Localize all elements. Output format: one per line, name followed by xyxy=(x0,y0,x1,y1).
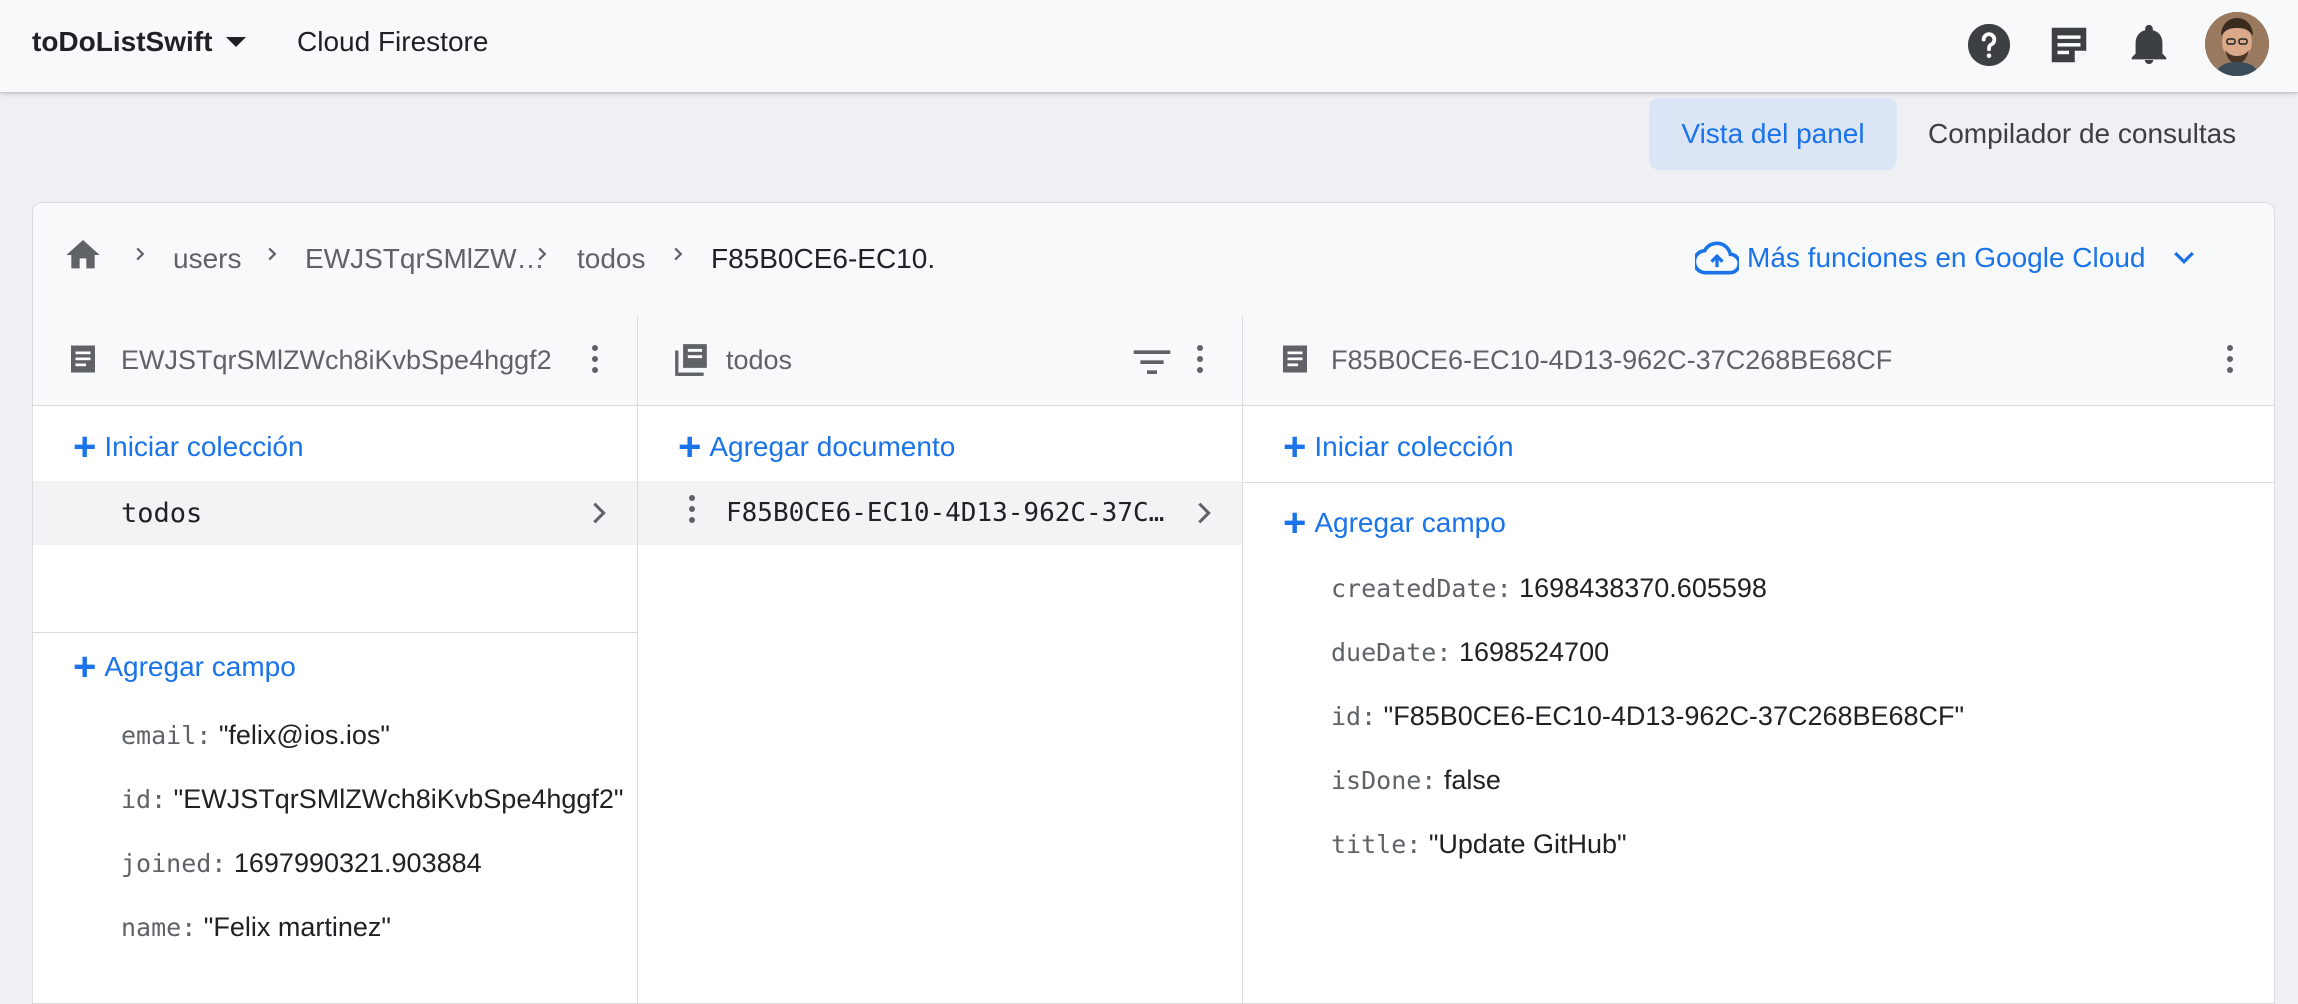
top-bar: toDoListSwift Cloud Firestore xyxy=(0,0,2298,93)
field-value: "Update GitHub" xyxy=(1428,829,1627,859)
add-document-label: Agregar documento xyxy=(709,431,956,462)
field-row[interactable]: id: "EWJSTqrSMlZWch8iKvbSpe4hggf2" xyxy=(121,784,624,815)
chevron-right-icon xyxy=(268,247,277,261)
field-value: "EWJSTqrSMlZWch8iKvbSpe4hggf2" xyxy=(173,784,624,814)
start-collection-label: Iniciar colección xyxy=(1314,431,1514,462)
more-options-icon[interactable] xyxy=(1196,345,1204,379)
breadcrumb-item-user-doc[interactable]: EWJSTqrSMlZW… xyxy=(305,243,545,275)
tab-query-builder[interactable]: Compilador de consultas xyxy=(1928,98,2236,170)
list-item-document[interactable]: F85B0CE6-EC10-4D13-962C-37C… xyxy=(638,481,1242,545)
more-in-google-cloud-button[interactable]: Más funciones en Google Cloud xyxy=(1695,233,2199,283)
panel-title: todos xyxy=(726,345,793,375)
start-collection-button[interactable]: + Iniciar colección xyxy=(1283,425,1514,469)
document-icon xyxy=(71,345,95,373)
field-row[interactable]: isDone: false xyxy=(1331,765,1501,796)
chevron-right-icon xyxy=(538,247,547,261)
field-row[interactable]: dueDate: 1698524700 xyxy=(1331,637,1609,668)
dropdown-caret-icon xyxy=(226,37,247,47)
chevron-right-icon xyxy=(674,247,683,261)
field-row[interactable]: createdDate: 1698438370.605598 xyxy=(1331,573,1767,604)
product-title: Cloud Firestore xyxy=(297,26,489,57)
cloud-icon xyxy=(1695,241,1739,275)
plus-icon: + xyxy=(1283,425,1307,469)
start-collection-label: Iniciar colección xyxy=(104,431,304,462)
add-field-button[interactable]: + Agregar campo xyxy=(1283,501,1506,545)
tab-panel-view[interactable]: Vista del panel xyxy=(1649,98,1897,170)
more-in-google-cloud-label: Más funciones en Google Cloud xyxy=(1747,242,2146,273)
plus-icon: + xyxy=(73,645,97,689)
start-collection-button[interactable]: + Iniciar colección xyxy=(73,425,304,469)
panel-header: F85B0CE6-EC10-4D13-962C-37C268BE68CF xyxy=(1243,315,2274,406)
field-key: id: xyxy=(121,785,167,814)
collection-name: todos xyxy=(121,498,203,529)
add-document-button[interactable]: + Agregar documento xyxy=(678,425,956,469)
field-key: joined: xyxy=(121,849,227,878)
breadcrumb: users EWJSTqrSMlZW… todos F85B0CE6-EC10.… xyxy=(33,203,2274,316)
field-value: 1697990321.903884 xyxy=(233,848,482,878)
notifications-bell-icon[interactable] xyxy=(2126,22,2172,68)
plus-icon: + xyxy=(1283,501,1307,545)
field-key: title: xyxy=(1331,830,1422,859)
user-document-panel: EWJSTqrSMlZWch8iKvbSpe4hggf2 + Iniciar c… xyxy=(33,315,638,1003)
more-options-icon[interactable] xyxy=(2226,345,2234,379)
panel-header: todos xyxy=(638,315,1242,406)
field-row[interactable]: joined: 1697990321.903884 xyxy=(121,848,482,879)
release-notes-icon[interactable] xyxy=(2046,22,2092,68)
field-row[interactable]: email: "felix@ios.ios" xyxy=(121,720,390,751)
field-value: 1698438370.605598 xyxy=(1519,573,1767,603)
field-key: dueDate: xyxy=(1331,638,1452,667)
home-icon[interactable] xyxy=(63,235,103,275)
field-value: "Felix martinez" xyxy=(203,912,391,942)
todo-document-panel: F85B0CE6-EC10-4D13-962C-37C268BE68CF + I… xyxy=(1243,315,2274,1003)
drag-handle-icon[interactable] xyxy=(688,495,696,529)
chevron-right-icon xyxy=(136,247,145,261)
panel-title: EWJSTqrSMlZWch8iKvbSpe4hggf2 xyxy=(121,345,552,375)
field-row[interactable]: title: "Update GitHub" xyxy=(1331,829,1627,860)
field-key: createdDate: xyxy=(1331,574,1512,603)
help-icon[interactable] xyxy=(1966,22,2012,68)
field-value: "felix@ios.ios" xyxy=(218,720,390,750)
todos-collection-panel: todos + Agregar documento F85B0CE6-EC10-… xyxy=(638,315,1243,1003)
plus-icon: + xyxy=(678,425,702,469)
document-icon xyxy=(1283,345,1307,373)
project-name: toDoListSwift xyxy=(32,26,213,57)
panel-header: EWJSTqrSMlZWch8iKvbSpe4hggf2 xyxy=(33,315,637,406)
field-value: false xyxy=(1443,765,1501,795)
chevron-right-icon xyxy=(593,502,606,524)
field-key: id: xyxy=(1331,702,1377,731)
chevron-down-icon xyxy=(2174,251,2195,265)
list-item-collection[interactable]: todos xyxy=(33,481,637,545)
field-value: "F85B0CE6-EC10-4D13-962C-37C268BE68CF" xyxy=(1383,701,1965,731)
field-key: isDone: xyxy=(1331,766,1437,795)
document-id: F85B0CE6-EC10-4D13-962C-37C… xyxy=(726,498,1165,528)
add-field-label: Agregar campo xyxy=(104,651,296,682)
breadcrumb-item-todos[interactable]: todos xyxy=(577,243,646,275)
breadcrumb-item-users[interactable]: users xyxy=(173,243,241,275)
field-row[interactable]: name: "Felix martinez" xyxy=(121,912,391,943)
filter-icon[interactable] xyxy=(1132,345,1172,379)
field-key: name: xyxy=(121,913,197,942)
add-field-label: Agregar campo xyxy=(1314,507,1506,538)
chevron-right-icon xyxy=(1198,502,1211,524)
breadcrumb-item-current-doc[interactable]: F85B0CE6-EC10. xyxy=(711,243,935,275)
divider xyxy=(33,632,637,633)
avatar-image xyxy=(2205,12,2269,76)
field-value: 1698524700 xyxy=(1458,637,1610,667)
add-field-button[interactable]: + Agregar campo xyxy=(73,645,296,689)
more-options-icon[interactable] xyxy=(591,345,599,379)
field-row[interactable]: id: "F85B0CE6-EC10-4D13-962C-37C268BE68C… xyxy=(1331,701,1964,732)
panel-title: F85B0CE6-EC10-4D13-962C-37C268BE68CF xyxy=(1331,345,1893,375)
data-viewer-card: users EWJSTqrSMlZW… todos F85B0CE6-EC10.… xyxy=(32,202,2275,1004)
plus-icon: + xyxy=(73,425,97,469)
divider xyxy=(1243,482,2274,483)
user-avatar[interactable] xyxy=(2205,12,2269,76)
field-key: email: xyxy=(121,721,212,750)
project-selector[interactable]: toDoListSwift xyxy=(32,26,247,58)
collection-icon xyxy=(675,344,707,376)
